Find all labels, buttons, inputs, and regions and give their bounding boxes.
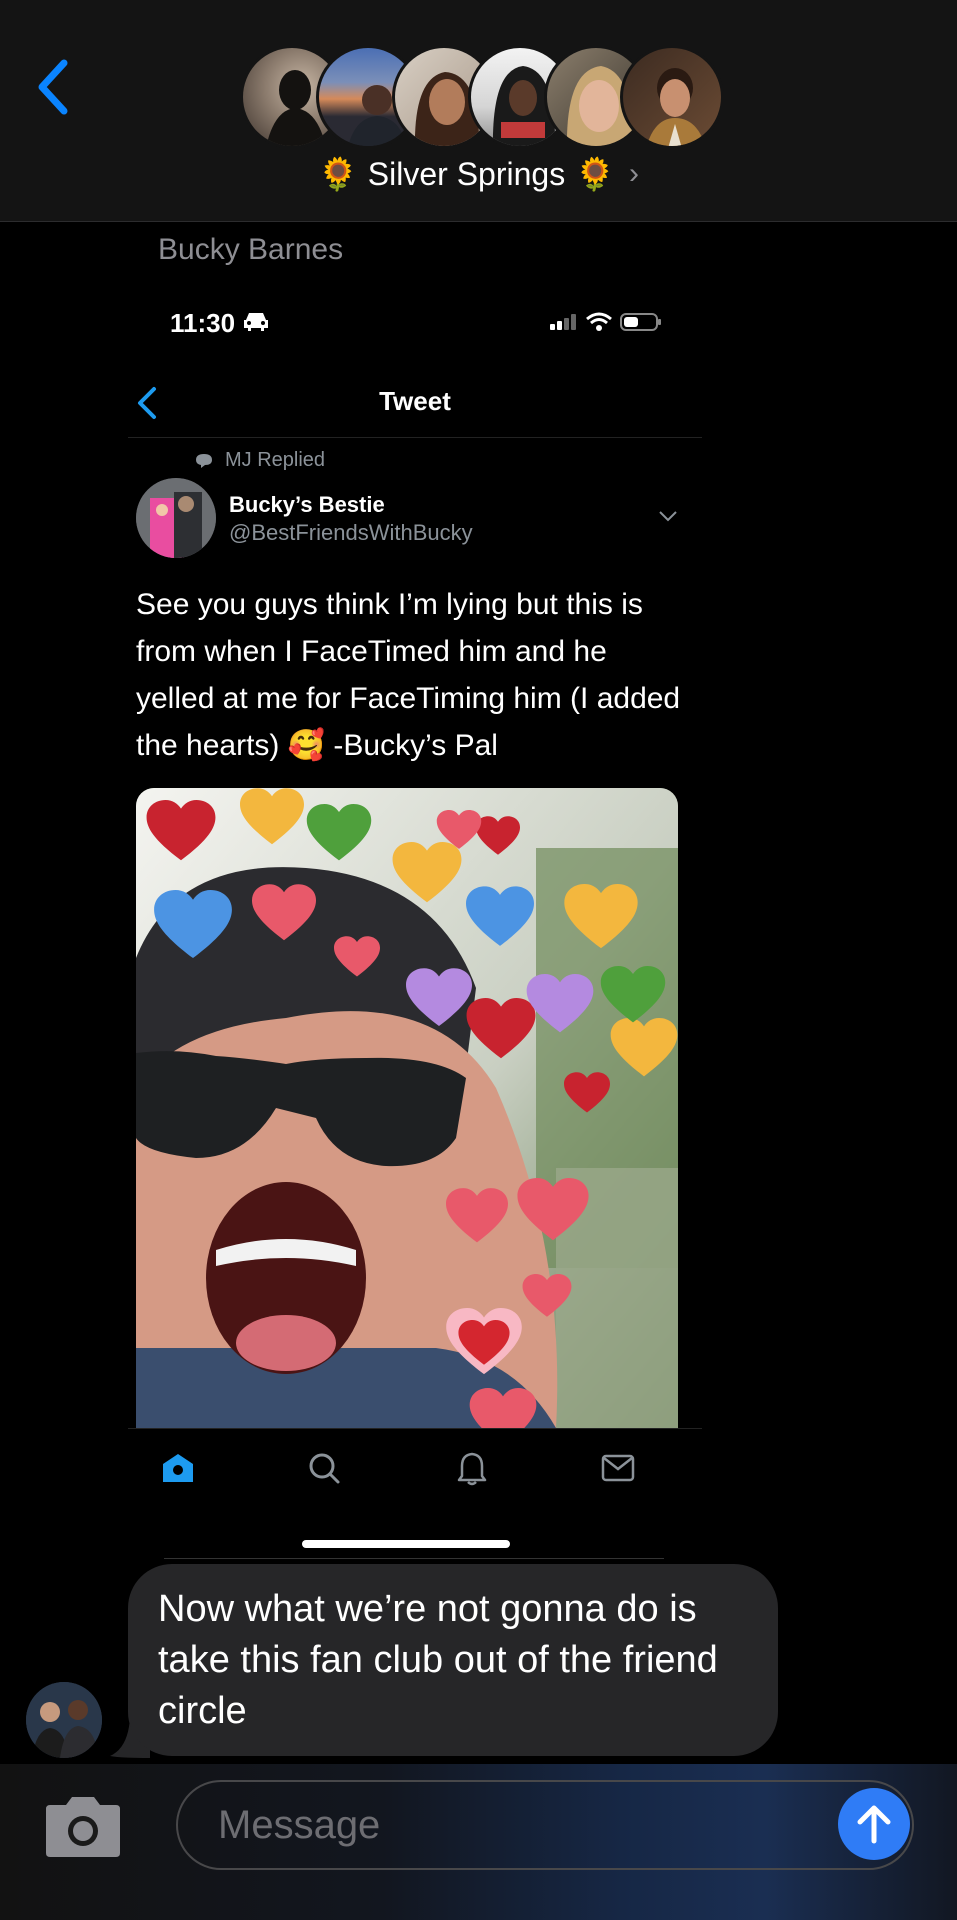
bell-icon — [457, 1452, 487, 1486]
author-name[interactable]: Bucky’s Bestie — [229, 492, 385, 518]
chevron-down-icon[interactable] — [658, 510, 678, 522]
car-icon — [244, 313, 268, 331]
arrow-up-icon — [857, 1805, 891, 1844]
tweet-tab-bar — [128, 1428, 702, 1508]
author-handle[interactable]: @BestFriendsWithBucky — [229, 520, 473, 546]
wifi-icon — [586, 312, 612, 331]
status-icons — [550, 312, 662, 332]
message-bubble[interactable]: Now what we’re not gonna do is take this… — [128, 1564, 778, 1756]
reply-context-label: MJ Replied — [225, 449, 326, 471]
group-name[interactable]: 🌻 Silver Springs 🌻 › — [0, 155, 957, 193]
message-input[interactable] — [176, 1780, 914, 1870]
chevron-right-icon: › — [629, 157, 640, 190]
home-icon — [163, 1454, 193, 1482]
tweet-nav-bar: Tweet — [128, 362, 702, 438]
status-bar: 11:30 — [128, 282, 702, 362]
divider — [164, 1558, 664, 1559]
tab-notifications[interactable] — [442, 1443, 502, 1493]
camera-icon — [46, 1797, 120, 1857]
cellular-signal-icon — [550, 314, 578, 330]
home-indicator — [302, 1540, 510, 1548]
group-name-label: Silver Springs — [367, 155, 566, 192]
tweet-title: Tweet — [379, 386, 451, 416]
sender-name: Bucky Barnes — [158, 233, 344, 266]
group-avatar — [620, 45, 724, 149]
reply-context: MJ Replied — [195, 449, 325, 472]
sunflower-icon: 🌻 — [317, 156, 358, 192]
sender-avatar[interactable] — [26, 1682, 102, 1758]
speech-bubble-icon — [196, 453, 212, 468]
status-time: 11:30 — [170, 308, 236, 338]
tweet-image[interactable] — [136, 788, 678, 1428]
tab-messages[interactable] — [588, 1443, 648, 1493]
tab-home[interactable] — [148, 1443, 208, 1493]
author-avatar[interactable] — [136, 478, 216, 558]
search-icon — [309, 1453, 340, 1484]
send-button[interactable] — [838, 1788, 910, 1860]
tab-search[interactable] — [294, 1443, 354, 1493]
tweet-text: See you guys think I’m lying but this is… — [136, 588, 681, 762]
sunflower-icon: 🌻 — [575, 156, 616, 192]
camera-button[interactable] — [42, 1795, 124, 1859]
messages-screen: 🌻 Silver Springs 🌻 › Bucky Barnes 11:30 … — [0, 0, 957, 1920]
chevron-left-icon — [38, 59, 68, 115]
conversation-header: 🌻 Silver Springs 🌻 › — [0, 0, 957, 222]
back-button[interactable] — [26, 52, 80, 122]
message-text: Now what we’re not gonna do is take this… — [158, 1588, 718, 1732]
screenshot-attachment[interactable]: 11:30 Tweet MJ Replied Bucky’s Bestie @B… — [128, 282, 702, 1560]
message-composer — [0, 1764, 957, 1920]
mail-icon — [601, 1454, 635, 1482]
group-avatars[interactable] — [240, 45, 724, 149]
battery-icon — [620, 313, 661, 331]
